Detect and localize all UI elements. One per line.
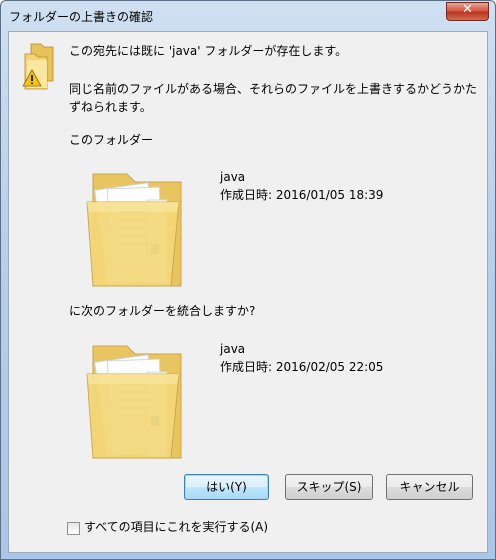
existing-folder-date: 作成日時: 2016/01/05 18:39 (220, 188, 384, 202)
skip-button[interactable]: スキップ(S) (285, 474, 373, 500)
existing-folder-option[interactable]: java 作成日時: 2016/01/05 18:39 (69, 158, 399, 294)
existing-folder-name: java (220, 170, 246, 184)
message-line-1: この宛先には既に 'java' フォルダーが存在します。 (69, 44, 348, 58)
folder-warning-icon (22, 43, 54, 90)
existing-folder-heading: このフォルダー (69, 133, 154, 147)
message-line-3: ずねられます。 (69, 100, 152, 114)
apply-all-label[interactable]: すべての項目にこれを実行する(A) (84, 518, 268, 536)
dialog-window: フォルダーの上書きの確認 ✕ この宛先には既に 'java' フォルダーが存在し… (0, 0, 496, 560)
incoming-folder-name: java (220, 342, 246, 356)
close-icon: ✕ (462, 2, 473, 17)
incoming-folder-date: 作成日時: 2016/02/05 22:05 (220, 360, 384, 374)
window-title: フォルダーの上書きの確認 (9, 10, 154, 24)
cancel-button[interactable]: キャンセル (386, 474, 473, 500)
close-button[interactable]: ✕ (446, 2, 489, 21)
dialog-body: この宛先には既に 'java' フォルダーが存在します。 同じ名前のファイルがあ… (8, 31, 488, 553)
folder-icon (86, 173, 182, 287)
incoming-folder-option[interactable]: java 作成日時: 2016/02/05 22:05 (69, 332, 399, 468)
apply-all-checkbox[interactable] (67, 522, 80, 535)
message-line-2: 同じ名前のファイルがある場合、それらのファイルを上書きするかどうかた (69, 82, 478, 96)
title-bar[interactable]: フォルダーの上書きの確認 ✕ (1, 1, 495, 31)
yes-button[interactable]: はい(Y) (184, 474, 269, 500)
folder-icon (86, 345, 182, 459)
incoming-folder-heading: に次のフォルダーを統合しますか? (69, 304, 256, 318)
